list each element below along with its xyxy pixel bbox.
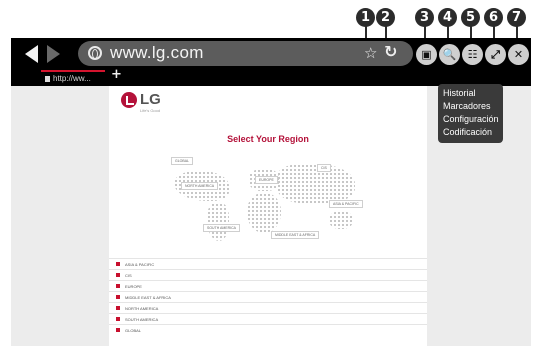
region-name: NORTH AMERICA bbox=[125, 305, 159, 311]
map-label-asia-pacific[interactable]: ASIA & PACIFIC bbox=[329, 200, 363, 208]
menu-item-bookmarks[interactable]: Marcadores bbox=[443, 100, 503, 113]
region-row-middle-east-africa[interactable]: MIDDLE EAST & AFRICA bbox=[109, 291, 427, 302]
reload-icon[interactable]: ↻ bbox=[384, 42, 397, 61]
page-title: Select Your Region bbox=[227, 134, 309, 144]
region-name: ASIA & PACIFIC bbox=[125, 261, 155, 267]
browser-tab[interactable]: http://ww... bbox=[41, 70, 105, 84]
back-icon[interactable] bbox=[25, 45, 38, 63]
map-label-middle-east-africa[interactable]: MIDDLE EAST & AFRICA bbox=[271, 231, 320, 239]
region-row-asia-pacific[interactable]: ASIA & PACIFIC bbox=[109, 258, 427, 269]
world-map: GLOBAL NORTH AMERICA EUROPE CIS ASIA & P… bbox=[159, 157, 384, 249]
region-row-north-america[interactable]: NORTH AMERICA bbox=[109, 302, 427, 313]
region-bullet bbox=[116, 295, 120, 299]
map-label-south-america[interactable]: SOUTH AMERICA bbox=[203, 224, 240, 232]
globe-icon bbox=[88, 46, 102, 60]
callout-5: 5 bbox=[461, 8, 480, 27]
region-row-south-america[interactable]: SOUTH AMERICA bbox=[109, 313, 427, 324]
more-menu-icon[interactable]: ☷ bbox=[462, 44, 483, 65]
region-list: ASIA & PACIFIC CIS EUROPE MIDDLE EAST & … bbox=[109, 258, 427, 335]
close-icon[interactable]: ✕ bbox=[508, 44, 529, 65]
region-name: CIS bbox=[125, 272, 132, 278]
region-bullet bbox=[116, 328, 120, 332]
menu-item-history[interactable]: Historial bbox=[443, 87, 503, 100]
zoom-icon[interactable]: 🔍 bbox=[439, 44, 460, 65]
page-icon bbox=[45, 76, 50, 82]
region-row-global[interactable]: GLOBAL bbox=[109, 324, 427, 335]
more-menu: Historial Marcadores Configuración Codif… bbox=[438, 84, 503, 143]
address-bar[interactable]: www.lg.com ☆ ↻ bbox=[78, 41, 413, 66]
map-africa bbox=[247, 193, 281, 233]
region-name: EUROPE bbox=[125, 283, 142, 289]
map-label-cis[interactable]: CIS bbox=[317, 164, 331, 172]
callout-6: 6 bbox=[484, 8, 503, 27]
callout-7: 7 bbox=[507, 8, 526, 27]
multiview-icon[interactable]: ▣ bbox=[416, 44, 437, 65]
map-label-global[interactable]: GLOBAL bbox=[171, 157, 194, 165]
menu-item-settings[interactable]: Configuración bbox=[443, 113, 503, 126]
lg-tagline: Life's Good bbox=[140, 108, 161, 113]
map-south-america bbox=[207, 203, 229, 241]
region-bullet bbox=[116, 317, 120, 321]
tab-label: http://ww... bbox=[53, 74, 91, 83]
map-label-europe[interactable]: EUROPE bbox=[255, 176, 278, 184]
callout-2: 2 bbox=[376, 8, 395, 27]
region-row-cis[interactable]: CIS bbox=[109, 269, 427, 280]
callout-4: 4 bbox=[438, 8, 457, 27]
region-bullet bbox=[116, 273, 120, 277]
region-bullet bbox=[116, 262, 120, 266]
region-name: SOUTH AMERICA bbox=[125, 316, 159, 322]
region-name: GLOBAL bbox=[125, 327, 142, 333]
forward-icon[interactable] bbox=[47, 45, 60, 63]
lg-logo-icon[interactable] bbox=[121, 92, 137, 108]
region-bullet bbox=[116, 306, 120, 310]
menu-item-encoding[interactable]: Codificación bbox=[443, 126, 503, 139]
map-label-north-america[interactable]: NORTH AMERICA bbox=[181, 182, 219, 190]
browser-toolbar: www.lg.com ☆ ↻ ▣ 🔍 ☷ ⤢ ✕ http://ww... + bbox=[11, 38, 531, 86]
callout-3: 3 bbox=[415, 8, 434, 27]
region-row-europe[interactable]: EUROPE bbox=[109, 280, 427, 291]
fullscreen-icon[interactable]: ⤢ bbox=[485, 44, 506, 65]
web-page: LG Life's Good Select Your Region GLOBAL… bbox=[109, 86, 427, 346]
lg-logo-text[interactable]: LG bbox=[140, 91, 161, 108]
new-tab-button[interactable]: + bbox=[111, 67, 122, 82]
callout-1: 1 bbox=[356, 8, 375, 27]
map-asia bbox=[277, 164, 355, 204]
bookmark-add-icon[interactable]: ☆ bbox=[364, 44, 377, 62]
region-name: MIDDLE EAST & AFRICA bbox=[125, 294, 171, 300]
map-oceania bbox=[329, 211, 353, 229]
url-text[interactable]: www.lg.com bbox=[110, 43, 204, 63]
region-bullet bbox=[116, 284, 120, 288]
